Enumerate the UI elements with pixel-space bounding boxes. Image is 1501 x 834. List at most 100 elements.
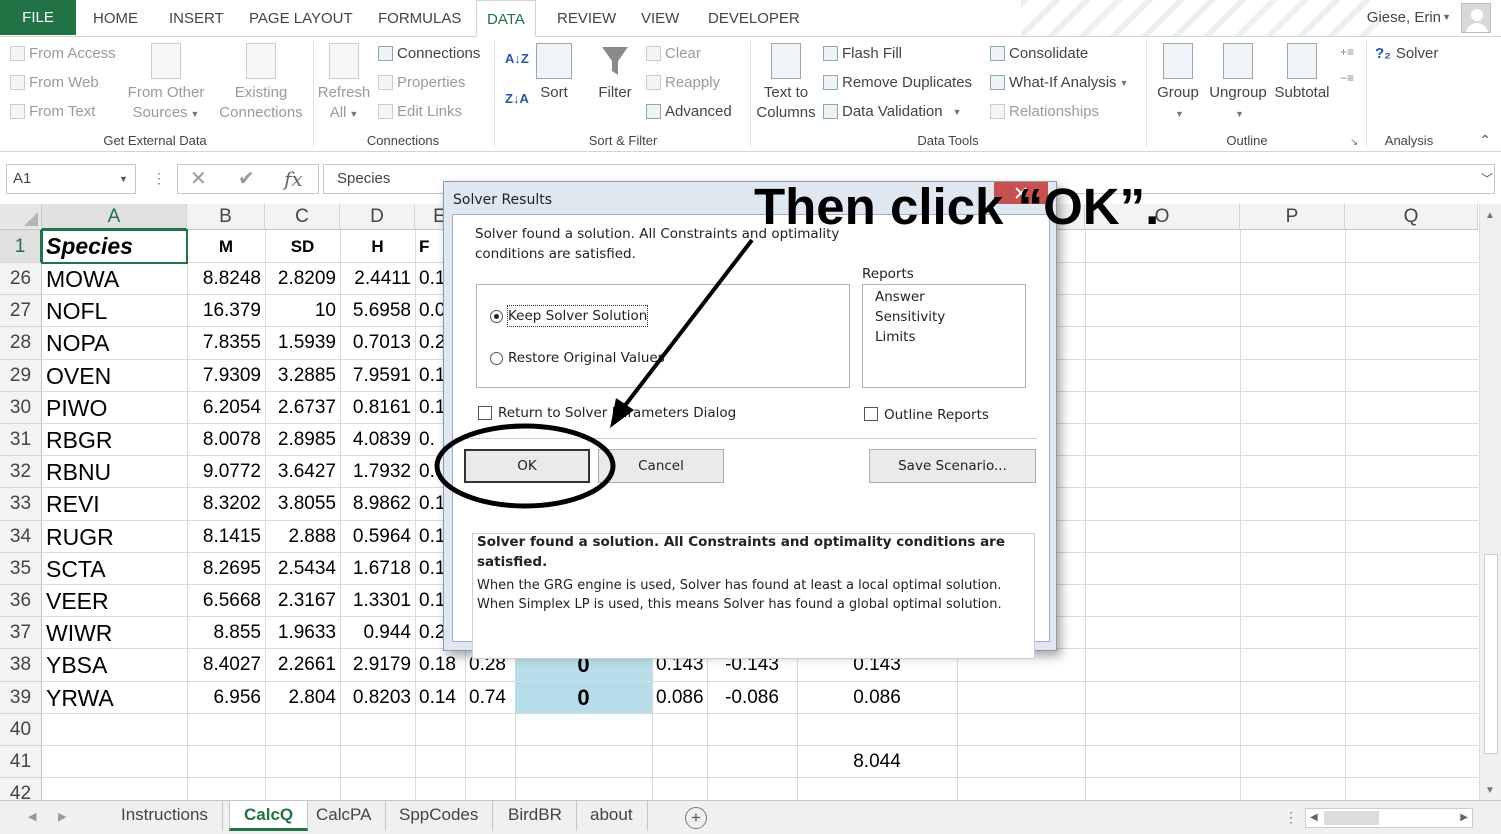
sheet-tab[interactable]: SppCodes xyxy=(385,801,494,831)
cell[interactable]: 0.8161 xyxy=(344,392,411,424)
clear-filter-button[interactable]: Clear xyxy=(646,45,701,62)
column-header[interactable]: D xyxy=(340,204,415,230)
sheet-prev-icon[interactable]: ◀ xyxy=(28,810,36,823)
cell[interactable]: 8.3202 xyxy=(191,488,261,520)
subtotal-button[interactable]: Subtotal xyxy=(1271,43,1333,103)
row-header[interactable]: 42 xyxy=(0,778,42,800)
restore-original-radio[interactable] xyxy=(490,352,503,365)
tab-home[interactable]: HOME xyxy=(93,0,138,37)
column-header[interactable]: A xyxy=(42,204,187,230)
row-header[interactable]: 36 xyxy=(0,585,42,618)
cell[interactable]: 4.0839 xyxy=(344,424,411,456)
from-access-button[interactable]: From Access xyxy=(10,45,116,62)
user-caret-icon[interactable]: ▼ xyxy=(1442,12,1451,22)
cell[interactable]: 2.3167 xyxy=(269,585,336,617)
return-to-parameters-checkbox[interactable] xyxy=(478,406,492,420)
avatar-icon[interactable] xyxy=(1461,3,1491,33)
cancel-entry-icon[interactable]: ✕ xyxy=(190,165,207,193)
cell[interactable]: 0 xyxy=(519,682,648,714)
cell[interactable]: 5.6958 xyxy=(344,295,411,327)
row-header[interactable]: 27 xyxy=(0,295,42,328)
row-header[interactable]: 32 xyxy=(0,456,42,489)
cell[interactable]: 1.3301 xyxy=(344,585,411,617)
cell[interactable]: 6.2054 xyxy=(191,392,261,424)
save-scenario-button[interactable]: Save Scenario... xyxy=(869,449,1036,483)
cell[interactable]: NOPA xyxy=(46,327,183,359)
report-limits[interactable]: Limits xyxy=(875,327,916,347)
properties-button[interactable]: Properties xyxy=(378,74,465,91)
cell[interactable]: 2.5434 xyxy=(269,553,336,585)
cell[interactable]: 0.74 xyxy=(469,682,511,714)
text-to-columns-button[interactable]: Text to Columns xyxy=(752,43,820,123)
cell[interactable]: 1.7932 xyxy=(344,456,411,488)
row-header[interactable]: 26 xyxy=(0,263,42,296)
cell[interactable]: 2.2661 xyxy=(269,649,336,681)
cell[interactable]: 7.9591 xyxy=(344,360,411,392)
cell[interactable]: 2.9179 xyxy=(344,649,411,681)
add-sheet-icon[interactable]: + xyxy=(685,807,707,829)
insert-function-icon[interactable]: fx xyxy=(284,165,303,193)
cell[interactable]: 3.6427 xyxy=(269,456,336,488)
column-header[interactable]: Q xyxy=(1345,204,1478,230)
cell[interactable]: SD xyxy=(269,230,336,263)
reapply-button[interactable]: Reapply xyxy=(646,74,720,91)
column-header[interactable]: B xyxy=(187,204,265,230)
name-box-dropdown-icon[interactable]: ▼ xyxy=(119,174,128,184)
report-sensitivity[interactable]: Sensitivity xyxy=(875,307,945,327)
edit-links-button[interactable]: Edit Links xyxy=(378,103,462,120)
row-header[interactable]: 39 xyxy=(0,681,42,714)
cell[interactable]: 2.888 xyxy=(269,521,336,553)
cell[interactable]: 8.855 xyxy=(191,617,261,649)
data-validation-button[interactable]: Data Validation ▼ xyxy=(823,103,962,120)
cell[interactable]: 7.8355 xyxy=(191,327,261,359)
name-box[interactable]: A1 xyxy=(6,164,136,194)
cell[interactable]: M xyxy=(191,230,261,263)
hide-detail-icon[interactable]: −≡ xyxy=(1340,71,1354,85)
cell[interactable]: 0.8203 xyxy=(344,682,411,714)
cell[interactable]: 2.4411 xyxy=(344,263,411,295)
cell[interactable]: RBNU xyxy=(46,456,183,488)
sheet-tab[interactable]: BirdBR xyxy=(494,801,577,831)
return-to-parameters-label[interactable]: Return to Solver Parameters Dialog xyxy=(498,403,736,423)
show-detail-icon[interactable]: +≡ xyxy=(1340,45,1354,59)
cell[interactable]: 0.5964 xyxy=(344,521,411,553)
sheet-tab[interactable]: about xyxy=(576,801,648,831)
column-header[interactable]: P xyxy=(1240,204,1345,230)
cell[interactable]: H xyxy=(344,230,411,263)
scroll-right-icon[interactable]: ▶ xyxy=(1460,812,1468,823)
cell[interactable]: 0.944 xyxy=(344,617,411,649)
outline-dialog-launcher-icon[interactable]: ↘ xyxy=(1350,137,1358,148)
tab-review[interactable]: REVIEW xyxy=(557,0,616,37)
sheet-tab[interactable]: CalcQ xyxy=(229,801,309,831)
cell[interactable]: 8.9862 xyxy=(344,488,411,520)
cell[interactable]: 1.9633 xyxy=(269,617,336,649)
row-header[interactable]: 35 xyxy=(0,552,42,585)
horizontal-scrollbar[interactable]: ◀ ▶ xyxy=(1305,808,1473,828)
flash-fill-button[interactable]: Flash Fill xyxy=(823,45,902,62)
cell[interactable]: OVEN xyxy=(46,360,183,392)
remove-duplicates-button[interactable]: Remove Duplicates xyxy=(823,74,972,91)
cell[interactable]: 3.2885 xyxy=(269,360,336,392)
from-other-sources-button[interactable]: From Other Sources ▼ xyxy=(122,43,210,124)
keep-solution-radio[interactable] xyxy=(490,310,503,323)
cell[interactable]: 0.7013 xyxy=(344,327,411,359)
cell[interactable]: 16.379 xyxy=(191,295,261,327)
cell[interactable]: NOFL xyxy=(46,295,183,327)
cell[interactable]: WIWR xyxy=(46,617,183,649)
cell[interactable]: 0.086 xyxy=(801,682,953,714)
tab-insert[interactable]: INSERT xyxy=(169,0,224,37)
cell[interactable]: 2.804 xyxy=(269,682,336,714)
cancel-button[interactable]: Cancel xyxy=(598,449,724,483)
cell[interactable]: 0.18 xyxy=(419,649,461,681)
cell[interactable]: RUGR xyxy=(46,521,183,553)
row-header[interactable]: 41 xyxy=(0,746,42,779)
scroll-left-icon[interactable]: ◀ xyxy=(1310,812,1318,823)
horizontal-scroll-thumb[interactable] xyxy=(1324,811,1379,825)
scroll-down-icon[interactable]: ▼ xyxy=(1485,785,1495,796)
tab-data[interactable]: DATA xyxy=(476,0,536,37)
row-header[interactable]: 40 xyxy=(0,713,42,746)
sheet-tab[interactable]: CalcPA xyxy=(302,801,387,831)
cell[interactable]: 10 xyxy=(269,295,336,327)
cell[interactable]: SCTA xyxy=(46,553,183,585)
tab-developer[interactable]: DEVELOPER xyxy=(708,0,800,37)
